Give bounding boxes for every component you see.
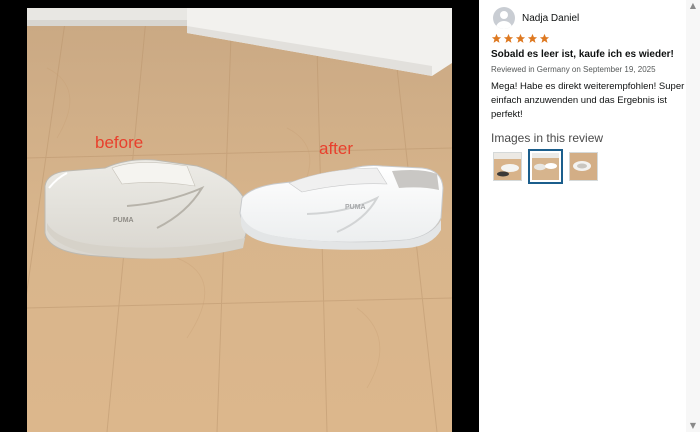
avatar-icon: [493, 7, 515, 29]
review-title: Sobald es leer ist, kaufe ich es wieder!: [491, 49, 674, 60]
scroll-down-icon[interactable]: ▼: [686, 420, 700, 432]
star-icon: [503, 33, 514, 43]
thumbnail-2[interactable]: [528, 149, 563, 184]
image-viewer: PUMA PUMA before after: [0, 0, 479, 432]
left-shoe-brand: PUMA: [113, 217, 134, 224]
review-text: Mega! Habe es direkt weiterempfohlen! Su…: [491, 80, 686, 122]
thumbnail-1[interactable]: [493, 152, 522, 181]
review-panel: Nadja Daniel Sobald es leer ist, kaufe i…: [479, 0, 700, 432]
review-date: Reviewed in Germany on September 19, 202…: [491, 65, 656, 74]
thumbnail-strip: [493, 149, 598, 184]
scroll-up-icon[interactable]: ▲: [686, 0, 700, 12]
star-icon: [527, 33, 538, 43]
star-icon: [515, 33, 526, 43]
star-icon: [539, 33, 550, 43]
star-icon: [491, 33, 502, 43]
thumbnail-3[interactable]: [569, 152, 598, 181]
reviewer-name[interactable]: Nadja Daniel: [522, 13, 579, 24]
review-body-text: Mega! Habe es direkt weiterempfohlen! Su…: [491, 81, 685, 120]
star-rating: [491, 32, 550, 46]
before-label: before: [95, 133, 143, 152]
right-shoe-brand: PUMA: [345, 204, 366, 211]
images-heading: Images in this review: [491, 131, 604, 145]
scrollbar[interactable]: ▲ ▼: [686, 0, 700, 432]
after-label: after: [319, 139, 353, 158]
reviewer-profile[interactable]: Nadja Daniel: [493, 7, 579, 29]
review-photo[interactable]: PUMA PUMA before after: [27, 8, 452, 432]
